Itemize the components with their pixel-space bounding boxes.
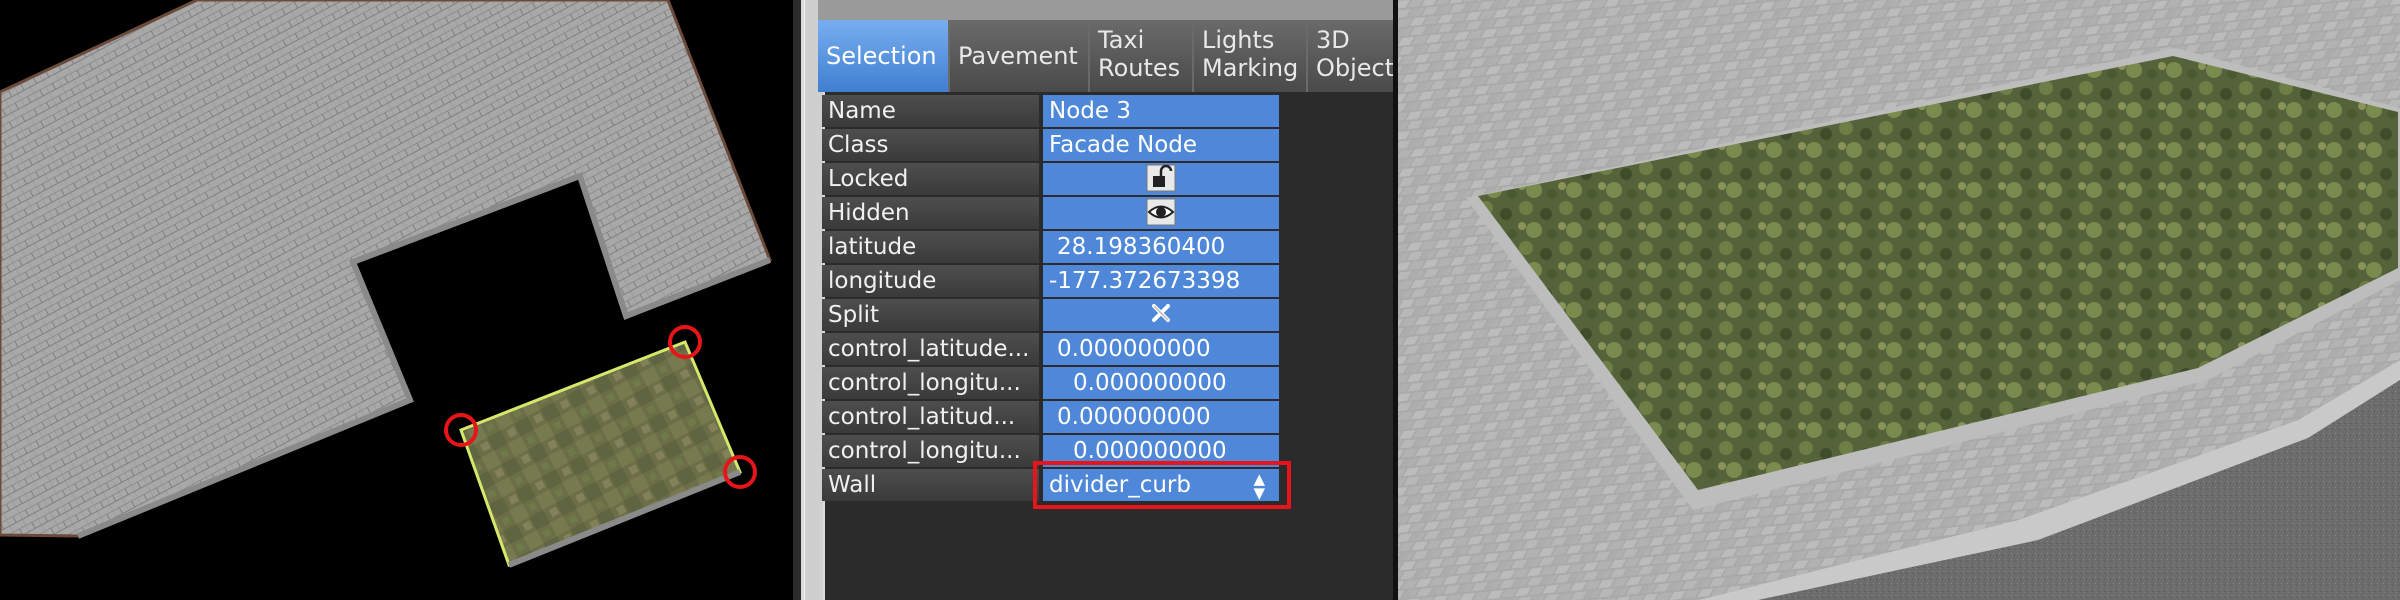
render-canvas xyxy=(1398,0,2400,600)
render-view xyxy=(1398,0,2400,600)
tab-label-line2: Marking xyxy=(1202,54,1299,82)
hidden-toggle[interactable] xyxy=(1043,197,1279,229)
property-row-control-latitude-2: control_latitud... 0.000000000 xyxy=(822,401,1279,433)
tab-label-line1: Taxi xyxy=(1098,26,1145,54)
tab-bar: Selection Pavement Taxi Routes Lights Ma… xyxy=(818,20,1398,92)
map-view[interactable] xyxy=(0,0,793,600)
tab-taxi-routes[interactable]: Taxi Routes xyxy=(1090,20,1194,92)
property-row-latitude: latitude 28.198360400 xyxy=(822,231,1279,263)
property-key: Name xyxy=(822,95,1039,127)
property-row-longitude: longitude -177.372673398 xyxy=(822,265,1279,297)
property-table: Name Node 3 Class Facade Node Locked Hid… xyxy=(822,95,1279,503)
control-latitude-field[interactable]: 0.000000000 xyxy=(1043,401,1279,433)
property-key: Locked xyxy=(822,163,1039,195)
property-row-locked: Locked xyxy=(822,163,1279,195)
longitude-field[interactable]: -177.372673398 xyxy=(1043,265,1279,297)
selected-grass-polygon[interactable] xyxy=(459,340,742,567)
tab-label: Pavement xyxy=(958,42,1078,70)
property-key: Wall xyxy=(822,469,1039,501)
latitude-field[interactable]: 28.198360400 xyxy=(1043,231,1279,263)
property-key: control_latitud... xyxy=(822,401,1039,433)
property-key: Split xyxy=(822,299,1039,331)
tab-label-line1: Lights xyxy=(1202,26,1275,54)
toolbar-strip xyxy=(818,0,1398,20)
inspector-panel: Selection Pavement Taxi Routes Lights Ma… xyxy=(793,0,1398,600)
property-row-name: Name Node 3 xyxy=(822,95,1279,127)
tab-label-line1: 3D xyxy=(1316,26,1350,54)
property-key: control_longitu... xyxy=(822,435,1039,467)
property-row-hidden: Hidden xyxy=(822,197,1279,229)
class-field[interactable]: Facade Node xyxy=(1043,129,1279,161)
property-key: longitude xyxy=(822,265,1039,297)
control-latitude-field[interactable]: 0.000000000 xyxy=(1043,333,1279,365)
property-row-control-longitude-1: control_longitu... 0.000000000 xyxy=(822,367,1279,399)
property-row-control-latitude-1: control_latitude... 0.000000000 xyxy=(822,333,1279,365)
name-field[interactable]: Node 3 xyxy=(1043,95,1279,127)
property-row-split: Split xyxy=(822,299,1279,331)
tab-label-line2: Routes xyxy=(1098,54,1181,82)
tab-selection[interactable]: Selection xyxy=(818,20,950,92)
property-key: latitude xyxy=(822,231,1039,263)
tab-label: Selection xyxy=(826,42,937,70)
property-key: Hidden xyxy=(822,197,1039,229)
control-longitude-field[interactable]: 0.000000000 xyxy=(1043,367,1279,399)
property-row-class: Class Facade Node xyxy=(822,129,1279,161)
split-x-icon xyxy=(1152,304,1170,322)
map-canvas[interactable] xyxy=(0,0,793,600)
locked-toggle[interactable] xyxy=(1043,163,1279,195)
split-button[interactable] xyxy=(1043,299,1279,331)
tab-lights-marking[interactable]: Lights Marking xyxy=(1194,20,1308,92)
eye-icon xyxy=(1146,198,1176,226)
tab-label-line2: Object xyxy=(1316,54,1395,82)
tab-3d-objects[interactable]: 3D Object xyxy=(1308,20,1398,92)
tab-pavement[interactable]: Pavement xyxy=(950,20,1090,92)
property-key: control_latitude... xyxy=(822,333,1039,365)
unlocked-padlock-icon xyxy=(1146,164,1176,192)
property-key: Class xyxy=(822,129,1039,161)
property-key: control_longitu... xyxy=(822,367,1039,399)
wall-highlight-box xyxy=(1033,461,1291,509)
